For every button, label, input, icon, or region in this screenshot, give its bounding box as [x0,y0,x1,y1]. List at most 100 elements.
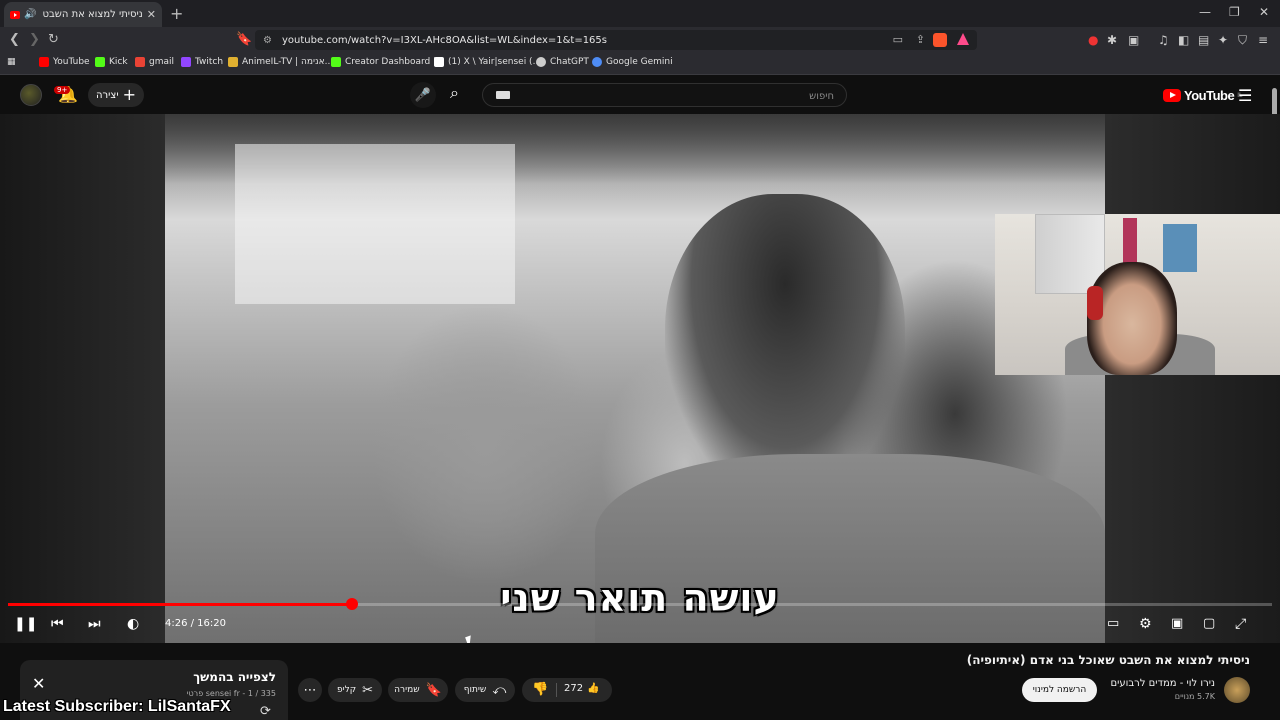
bookmark-creator-dashboard[interactable]: Creator Dashboard |... [331,57,445,67]
bookmark-x[interactable]: (1) X \ Yair|sensei (... [434,57,541,67]
bookmark-chatgpt[interactable]: ChatGPT [536,57,589,67]
ambient-right [1105,114,1280,643]
plus-icon: + [122,85,136,104]
new-tab-button[interactable]: + [170,4,183,23]
search-input[interactable] [483,85,846,108]
search-box[interactable] [482,83,847,108]
bookmark-youtube[interactable]: YouTube [39,57,90,67]
media-icon[interactable]: ♫ [1158,33,1169,47]
back-icon[interactable]: ❮ [9,32,20,47]
speaker-icon[interactable]: 🔊 [24,9,36,20]
subtitles-icon[interactable]: ▭ [1107,614,1119,634]
bookmark-favicon-icon [434,57,444,67]
channel-avatar[interactable] [1224,677,1250,703]
create-button[interactable]: יצירה + [88,83,144,107]
bookmark-animeil[interactable]: AnimeIL-TV | אנימה... [228,57,333,67]
previous-icon[interactable]: ⏮ [51,614,64,634]
settings-gear-icon[interactable]: ⚙ [1139,614,1152,634]
youtube-wordmark: YouTube [1184,88,1235,103]
window-close-icon[interactable]: ✕ [1259,5,1269,19]
share-page-icon[interactable]: ⇪ [916,33,925,46]
tab-close-icon[interactable]: ✕ [147,8,156,21]
channel-name[interactable]: נירו לוי - ממדים לרבועים [1111,678,1215,689]
dislike-icon[interactable]: 👎 [532,682,548,697]
time-display: 4:26 / 16:20 [165,618,227,629]
bookmark-icon[interactable]: 🔖 [236,32,252,47]
vpn-icon[interactable]: ⛉ [1238,33,1247,48]
browser-tabstrip: 🔊 ניסיתי למצוא את השבט (18) ✕ + — ❐ ✕ [0,0,1280,27]
wallet-icon[interactable]: ▤ [1198,33,1209,47]
clip-button[interactable]: ✂ קליפ [328,678,382,702]
subscribe-button[interactable]: הרשמה למינוי [1022,678,1097,702]
next-icon[interactable]: ⏭ [88,614,101,634]
share-icon: ⤺ [492,682,507,698]
like-button[interactable]: 272 👍 [564,683,600,694]
save-label: שמירה [394,685,420,695]
menu-icon[interactable]: ≡ [1258,33,1268,47]
account-avatar[interactable] [20,84,42,106]
bookmark-favicon-icon [331,57,341,67]
record-extension-icon[interactable]: ● [1088,33,1098,47]
cast-icon[interactable]: ▭ [893,33,903,46]
progress-scrubber[interactable] [345,598,358,610]
address-bar[interactable]: ⚙ youtube.com/watch?v=I3XL-AHc8OA&list=W… [255,30,977,50]
reload-icon[interactable]: ↻ [48,32,59,47]
voice-search-mic-icon[interactable]: 🎤 [410,82,436,108]
youtube-logo[interactable]: YouTube IL [1163,88,1242,103]
playlist-title[interactable]: לצפייה בהמשך [193,670,276,684]
webcam-headset [1087,286,1103,320]
browser-toolbar: ❮ ❯ ↻ 🔖 ⚙ youtube.com/watch?v=I3XL-AHc8O… [0,27,1280,53]
site-info-icon[interactable]: ⚙ [263,35,272,46]
bookmark-kick[interactable]: Kick [95,57,128,67]
share-label: שיתוף [463,685,487,695]
brave-rewards-icon[interactable] [957,33,969,45]
ambient-left [0,114,165,643]
brave-shields-icon[interactable] [933,33,947,47]
video-player[interactable]: עושה תואר שני ❚❚ ⏮ ⏭ ◐ 4:26 / 16:20 ▭ ⚙ … [0,114,1280,643]
save-bookmark-icon: 🔖 [425,682,442,698]
fullscreen-icon[interactable]: ⤢ [1235,614,1246,634]
notification-count-badge: 9+ [54,86,71,94]
extensions-icon[interactable]: ✱ [1107,33,1117,47]
screenshot-icon[interactable]: ▣ [1128,33,1139,47]
minimize-icon[interactable]: — [1199,5,1211,19]
more-actions-button[interactable]: ⋯ [298,678,322,702]
youtube-header: 🔔 9+ יצירה + 🎤 ⌕ YouTube IL ☰ [0,76,1280,114]
create-label: יצירה [96,89,119,101]
sidebar-icon[interactable]: ◧ [1178,33,1189,47]
like-divider [556,683,557,697]
bookmark-favicon-icon [181,57,191,67]
miniplayer-icon[interactable]: ▣ [1171,614,1183,634]
bookmark-gmail[interactable]: gmail [135,57,174,67]
restore-icon[interactable]: ❐ [1229,5,1240,19]
scene-person-head [665,194,905,494]
forward-icon[interactable]: ❯ [29,32,40,47]
volume-icon[interactable]: ◐ [127,614,139,634]
leo-ai-icon[interactable]: ✦ [1218,33,1228,47]
browser-tab-active[interactable]: 🔊 ניסיתי למצוא את השבט (18) ✕ [4,2,162,27]
search-icon[interactable]: ⌕ [450,83,459,103]
bookmark-favicon-icon [592,57,602,67]
progress-bar[interactable] [8,598,1272,610]
guide-menu-icon[interactable]: ☰ [1238,86,1252,105]
close-icon[interactable]: ✕ [32,674,45,693]
video-frame[interactable] [165,114,1105,643]
bookmarks-bar: ▦ YouTube Kick gmail Twitch AnimeIL-TV |… [0,53,1280,75]
subscriber-count: 5.7K מנויים [1174,692,1215,701]
apps-icon[interactable]: ▦ [7,57,16,67]
loop-icon[interactable]: ⟳ [260,704,271,719]
bookmark-favicon-icon [228,57,238,67]
tab-title: ניסיתי למצוא את השבט (18) [40,9,143,20]
save-button[interactable]: 🔖 שמירה [388,678,448,702]
streamer-webcam-overlay [995,214,1280,375]
bookmark-gemini[interactable]: Google Gemini [592,57,673,67]
cast-tv-icon[interactable]: ▢ [1203,614,1215,634]
bookmark-favicon-icon [95,57,105,67]
share-button[interactable]: ⤺ שיתוף [455,678,515,702]
pause-icon[interactable]: ❚❚ [14,614,37,634]
bookmark-favicon-icon [39,57,49,67]
webcam-poster-blue [1163,224,1197,272]
keyboard-icon[interactable] [496,91,510,99]
bookmark-twitch[interactable]: Twitch [181,57,223,67]
like-icon: 👍 [587,683,600,694]
